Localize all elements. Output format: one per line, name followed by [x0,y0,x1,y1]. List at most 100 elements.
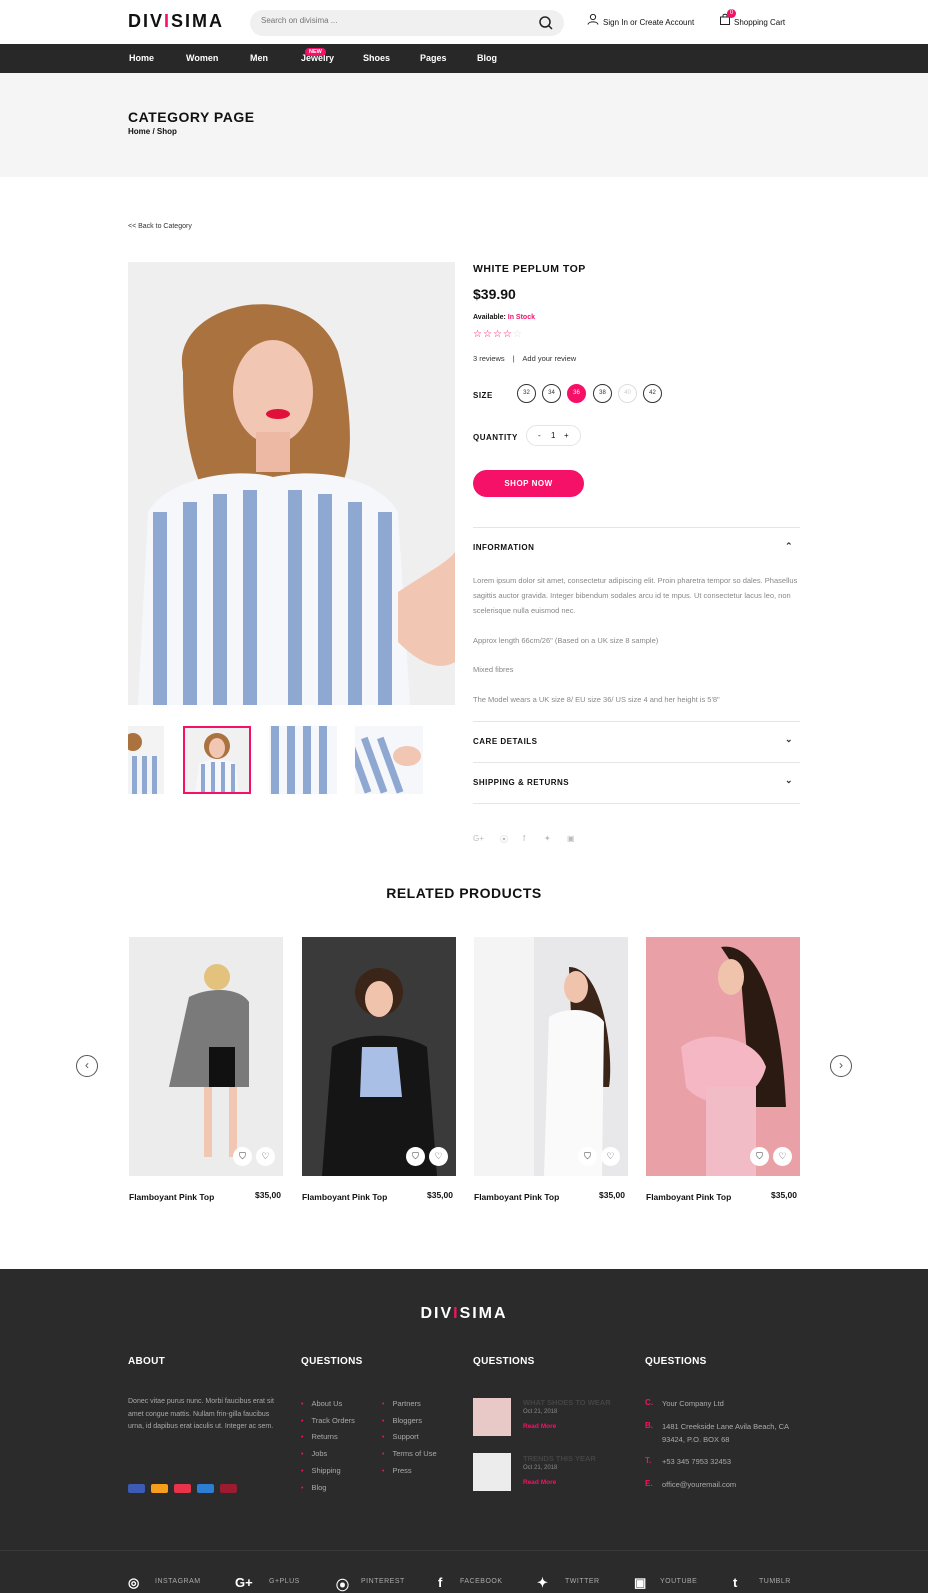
google-plus-icon[interactable]: G+ [235,1575,253,1590]
facebook-icon[interactable]: f [438,1575,442,1590]
nav-shoes[interactable]: Shoes [363,53,390,63]
product-card[interactable]: ⛉ ♡ [302,937,456,1176]
qty-increase-button[interactable]: + [564,431,569,440]
carousel-next-arrow[interactable]: › [830,1055,852,1077]
product-card-name[interactable]: Flamboyant Pink Top [302,1192,387,1202]
qty-value[interactable]: 1 [551,431,555,440]
quantity-stepper: - 1 + [526,425,581,446]
product-card[interactable]: ⛉ ♡ [129,937,283,1176]
read-more-link[interactable]: Read More [523,1479,556,1486]
nav-pages[interactable]: Pages [420,53,447,63]
footer-link[interactable]: Track Orders [301,1416,354,1425]
add-review-link[interactable]: Add your review [522,354,576,363]
facebook-icon[interactable]: f [523,834,525,843]
social-gplus[interactable]: G+PLUS [269,1578,300,1585]
add-to-cart-icon[interactable]: ⛉ [406,1147,425,1166]
product-card-name[interactable]: Flamboyant Pink Top [474,1192,559,1202]
product-card-price: $35,00 [599,1190,625,1200]
reviews-count[interactable]: 3 reviews [473,354,505,363]
contact-address: 1481 Creekside Lane Avila Beach, CA 9342… [662,1422,789,1444]
blog-post-thumbnail[interactable] [473,1453,511,1491]
add-to-cart-icon[interactable]: ⛉ [750,1147,769,1166]
nav-home[interactable]: Home [129,53,154,63]
social-instagram[interactable]: INSTAGRAM [155,1578,201,1585]
pinterest-icon[interactable]: ⦿ [500,834,508,845]
chevron-down-icon[interactable]: ⌄ [785,775,793,786]
blog-post-title[interactable]: WHAT SHOES TO WEAR [523,1398,611,1407]
search-input[interactable] [261,16,521,25]
size-option[interactable]: 34 [542,384,561,403]
pinterest-icon[interactable]: ⦿ [336,1575,349,1593]
nav-blog[interactable]: Blog [477,53,497,63]
accordion-information-header[interactable]: INFORMATION [473,543,534,552]
size-option[interactable]: 38 [593,384,612,403]
thumbnail-3[interactable] [269,726,337,794]
footer-link[interactable]: Blog [301,1483,326,1492]
social-tumblr[interactable]: TUMBLR [759,1578,791,1585]
twitter-icon[interactable]: ✦ [544,834,551,843]
page-hero [0,73,928,177]
site-logo[interactable]: DIVISIMA [128,11,224,32]
accordion-care-header[interactable]: CARE DETAILS [473,737,538,746]
footer-link[interactable]: Returns [301,1432,337,1441]
thumbnail-2[interactable] [183,726,251,794]
read-more-link[interactable]: Read More [523,1423,556,1430]
wishlist-heart-icon[interactable]: ♡ [429,1147,448,1166]
breadcrumb[interactable]: Home / Shop [128,127,177,136]
footer-link[interactable]: Press [382,1466,411,1475]
chevron-up-icon[interactable]: ⌃ [785,541,793,552]
shop-now-button[interactable]: SHOP NOW [473,470,584,497]
wishlist-heart-icon[interactable]: ♡ [773,1147,792,1166]
social-twitter[interactable]: TWITTER [565,1578,600,1585]
add-to-cart-icon[interactable]: ⛉ [578,1147,597,1166]
search-icon[interactable] [538,15,554,31]
footer-link[interactable]: Support [382,1432,418,1441]
cart-link[interactable]: Shopping Cart [734,18,785,27]
back-to-category-link[interactable]: << Back to Category [128,223,192,230]
chevron-down-icon[interactable]: ⌄ [785,734,793,745]
footer-link[interactable]: Jobs [301,1449,327,1458]
thumbnail-image [355,726,423,794]
contact-email[interactable]: office@youremail.com [662,1478,812,1491]
instagram-icon[interactable]: ◎ [128,1575,139,1591]
wishlist-heart-icon[interactable]: ♡ [601,1147,620,1166]
wishlist-heart-icon[interactable]: ♡ [256,1147,275,1166]
size-option[interactable]: 42 [643,384,662,403]
product-card[interactable]: ⛉ ♡ [646,937,800,1176]
accordion-shipping-header[interactable]: SHIPPING & RETURNS [473,778,569,787]
footer-link[interactable]: Terms of Use [382,1449,436,1458]
signin-link[interactable]: Sign In or Create Account [603,18,694,27]
size-option-selected[interactable]: 36 [567,384,586,403]
twitter-icon[interactable]: ✦ [537,1575,548,1591]
google-plus-icon[interactable]: G+ [473,834,484,843]
nav-jewelry[interactable]: NEW Jewelry [301,48,334,63]
footer-link[interactable]: About Us [301,1399,342,1408]
blog-post-title[interactable]: TRENDS THIS YEAR [523,1454,596,1463]
product-card[interactable]: ⛉ ♡ [474,937,628,1176]
contact-phone[interactable]: +53 345 7953 32453 [662,1455,812,1468]
footer-link[interactable]: Bloggers [382,1416,422,1425]
footer-logo[interactable]: DIVISIMA [0,1305,928,1323]
thumbnail-1[interactable] [128,726,164,794]
user-icon[interactable] [587,13,599,25]
blog-post-thumbnail[interactable] [473,1398,511,1436]
footer-link[interactable]: Shipping [301,1466,340,1475]
thumbnail-4[interactable] [355,726,423,794]
nav-men[interactable]: Men [250,53,268,63]
nav-women[interactable]: Women [186,53,218,63]
social-pinterest[interactable]: PINTEREST [361,1578,405,1585]
product-card-name[interactable]: Flamboyant Pink Top [129,1192,214,1202]
social-youtube[interactable]: YOUTUBE [660,1578,697,1585]
social-facebook[interactable]: FACEBOOK [460,1578,503,1585]
size-option[interactable]: 32 [517,384,536,403]
tumblr-icon[interactable]: t [733,1575,737,1590]
youtube-icon[interactable]: ▣ [634,1575,646,1591]
add-to-cart-icon[interactable]: ⛉ [233,1147,252,1166]
product-main-image[interactable] [128,262,455,705]
qty-decrease-button[interactable]: - [538,431,541,440]
youtube-icon[interactable]: ▣ [567,834,575,843]
carousel-prev-arrow[interactable]: ‹ [76,1055,98,1077]
contact-key: B. [645,1421,653,1430]
product-card-name[interactable]: Flamboyant Pink Top [646,1192,731,1202]
footer-link[interactable]: Partners [382,1399,420,1408]
